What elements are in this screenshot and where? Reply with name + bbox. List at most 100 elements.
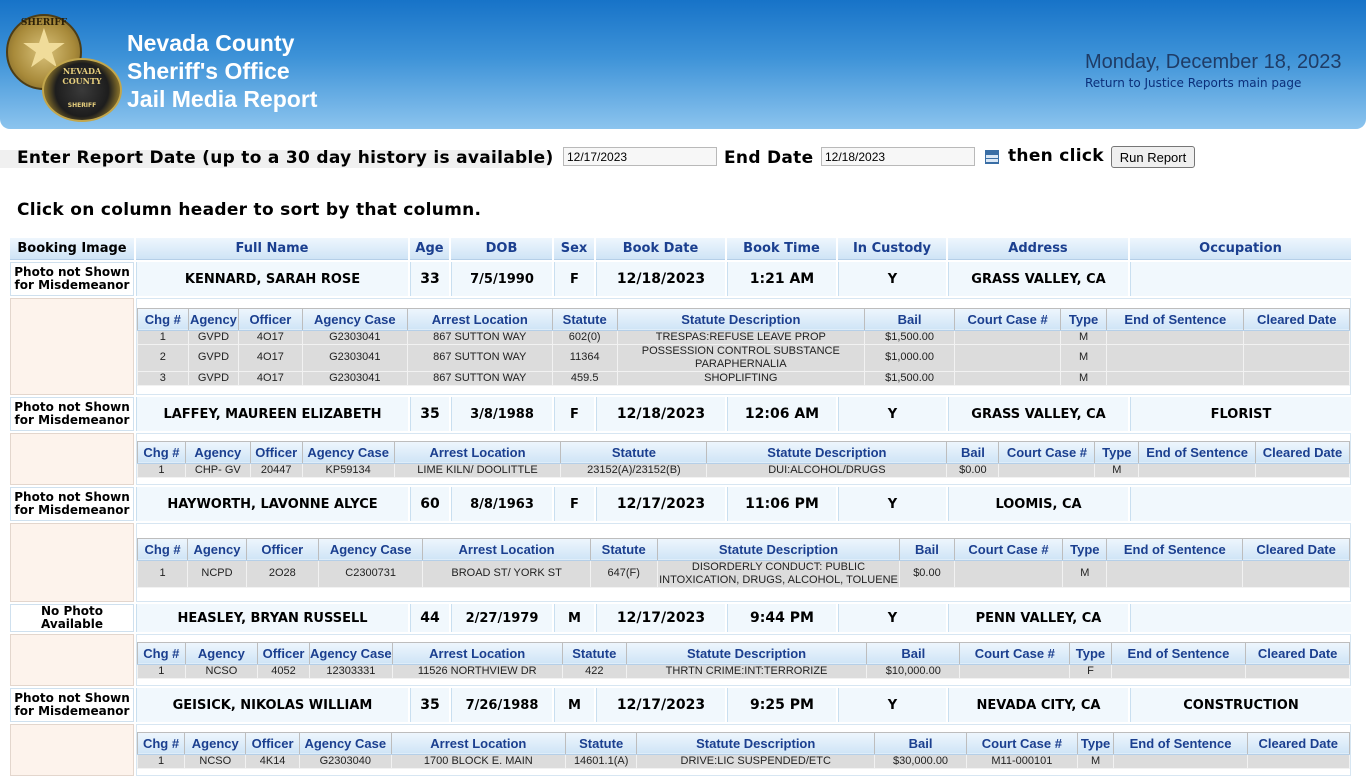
charges-col-statute: Statute (564, 731, 638, 755)
charge-court-case (953, 559, 1064, 588)
charge-bail: $10,000.00 (866, 663, 961, 679)
charges-col-court-case: Court Case # (998, 440, 1096, 464)
sex-cell: M (554, 604, 594, 632)
book-date-cell: 12/17/2023 (596, 487, 725, 521)
charge-cleared-date (1243, 370, 1350, 386)
booking-image-cell: Photo not Shown for Misdemeanor (10, 688, 134, 722)
return-to-reports-link[interactable]: Return to Justice Reports main page (1085, 76, 1301, 90)
col-booking-image: Booking Image (10, 238, 134, 260)
book-time-cell: 9:25 PM (727, 688, 836, 722)
col-occupation[interactable]: Occupation (1130, 238, 1351, 260)
charges-col-officer: Officer (249, 440, 303, 464)
table-row: Photo not Shown for Misdemeanor KENNARD, … (10, 262, 1351, 296)
charges-col-bail: Bail (946, 440, 1000, 464)
charge-charge-type: F (1069, 663, 1112, 679)
charge-cleared-date (1246, 753, 1351, 769)
charge-bail: $1,000.00 (863, 343, 956, 372)
book-time-cell: 1:21 AM (727, 262, 836, 296)
charge-bail: $0.00 (946, 462, 1000, 478)
booking-image-cell: No Photo Available (10, 604, 134, 632)
charges-col-statute-description: Statute Description (636, 731, 875, 755)
charges-col-court-case: Court Case # (954, 307, 1061, 331)
age-cell: 33 (410, 262, 449, 296)
dob-cell: 3/8/1988 (451, 397, 552, 431)
sex-cell: F (554, 262, 594, 296)
calendar-icon[interactable] (985, 150, 999, 164)
book-time-cell: 12:06 AM (727, 397, 836, 431)
age-cell: 44 (410, 604, 449, 632)
sex-cell: F (554, 397, 594, 431)
charges-header-row: Chg # Agency Officer Agency Case Arrest Loca… (136, 537, 1350, 561)
charges-col-arrest-location: Arrest Location (393, 440, 562, 464)
charge-court-case (998, 462, 1096, 478)
charges-col-statute-description: Statute Description (706, 440, 948, 464)
charge-charge-number: 1 (137, 329, 189, 345)
end-date-input[interactable] (821, 147, 975, 166)
charge-statute: 23152(A)/23152(B) (560, 462, 708, 478)
full-name-cell: LAFFEY, MAUREEN ELIZABETH (136, 397, 408, 431)
charges-col-bail: Bail (866, 641, 961, 665)
charges-col-charge-number: Chg # (137, 307, 189, 331)
table-row: No Photo Available HEASLEY, BRYAN RUSSELL… (10, 604, 1351, 632)
charges-col-arrest-location: Arrest Location (422, 537, 591, 561)
charge-agency: NCPD (187, 559, 247, 588)
charges-header-row: Chg # Agency Officer Agency Case Arrest Loca… (136, 731, 1351, 755)
charge-arrest-location: 867 SUTTON WAY (407, 370, 553, 386)
charges-col-statute-description: Statute Description (656, 537, 901, 561)
charge-officer: 4K14 (245, 753, 300, 769)
charge-bail: $1,500.00 (863, 329, 956, 345)
charges-col-charge-number: Chg # (137, 641, 186, 665)
current-date: Monday, December 18, 2023 (1085, 51, 1342, 73)
charges-header-row: Chg # Agency Officer Agency Case Arrest Loca… (137, 440, 1350, 464)
charges-header-row: Chg # Agency Officer Agency Case Arrest Loca… (137, 641, 1350, 665)
charges-col-officer: Officer (245, 537, 319, 561)
col-age[interactable]: Age (410, 238, 449, 260)
charge-officer: 2O28 (245, 559, 319, 588)
charge-court-case (954, 329, 1061, 345)
charges-container: Chg # Agency Officer Agency Case Arrest Loca… (136, 523, 1351, 602)
col-full-name[interactable]: Full Name (136, 238, 408, 260)
charge-charge-type: M (1094, 462, 1140, 478)
charge-end-of-sentence (1138, 462, 1257, 478)
charges-col-statute: Statute (560, 440, 708, 464)
dob-cell: 8/8/1963 (451, 487, 552, 521)
charges-col-statute-description: Statute Description (616, 307, 865, 331)
site-title-office: Sheriff's Office (127, 58, 290, 84)
dob-cell: 7/26/1988 (451, 688, 552, 722)
charge-row: 1 GVPD 4O17 G2303041 867 SUTTON WAY 602(0) TRE… (137, 329, 1350, 345)
col-book-time[interactable]: Book Time (727, 238, 836, 260)
age-cell: 35 (410, 688, 449, 722)
start-date-input[interactable] (563, 147, 717, 166)
in-custody-cell: Y (838, 688, 946, 722)
charge-agency: NCSO (184, 753, 247, 769)
charge-agency: CHP- GV (184, 462, 251, 478)
col-address[interactable]: Address (948, 238, 1128, 260)
col-sex[interactable]: Sex (554, 238, 594, 260)
charges-col-charge-type: Type (1059, 307, 1108, 331)
full-name-cell: HAYWORTH, LAVONNE ALYCE (136, 487, 408, 521)
charge-agency-case: KP59134 (301, 462, 395, 478)
charges-col-court-case: Court Case # (959, 641, 1071, 665)
run-report-button[interactable]: Run Report (1111, 146, 1195, 168)
charges-col-agency-case: Agency Case (301, 440, 395, 464)
book-date-cell: 12/18/2023 (596, 397, 725, 431)
charge-court-case: M11-000101 (966, 753, 1078, 769)
charge-agency-case: G2303041 (301, 329, 409, 345)
charge-charge-number: 1 (137, 462, 186, 478)
col-in-custody[interactable]: In Custody (838, 238, 946, 260)
charge-end-of-sentence (1106, 329, 1245, 345)
charge-cleared-date (1243, 329, 1350, 345)
in-custody-cell: Y (838, 397, 946, 431)
col-book-date[interactable]: Book Date (596, 238, 725, 260)
charge-agency: GVPD (187, 343, 240, 372)
col-dob[interactable]: DOB (451, 238, 552, 260)
book-date-cell: 12/18/2023 (596, 262, 725, 296)
charge-arrest-location: 867 SUTTON WAY (407, 329, 553, 345)
charge-arrest-location: 867 SUTTON WAY (407, 343, 553, 372)
charge-statute: 459.5 (551, 370, 618, 386)
charge-charge-number: 3 (137, 370, 189, 386)
table-row: Photo not Shown for Misdemeanor GEISICK, … (10, 688, 1351, 722)
charges-col-charge-number: Chg # (136, 537, 189, 561)
dob-cell: 7/5/1990 (451, 262, 552, 296)
occupation-cell (1130, 487, 1351, 521)
